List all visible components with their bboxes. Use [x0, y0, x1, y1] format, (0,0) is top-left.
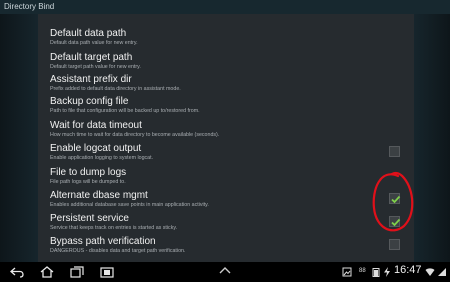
- persistent-service-checkbox[interactable]: [389, 216, 401, 227]
- back-icon[interactable]: [10, 266, 24, 278]
- setting-summary: Prefix added to default data directory i…: [50, 86, 181, 92]
- setting-file-to-dump-logs[interactable]: File to dump logs File path logs will be…: [50, 167, 406, 189]
- signal-icon: [438, 268, 446, 276]
- clock: 16:47: [394, 264, 422, 276]
- check-icon: [391, 195, 401, 204]
- bypass-checkbox[interactable]: [389, 239, 400, 250]
- setting-title: File to dump logs: [50, 167, 127, 178]
- setting-title: Default data path: [50, 28, 127, 39]
- setting-wait-for-data-timeout[interactable]: Wait for data timeout How much time to w…: [50, 120, 406, 142]
- charging-icon: [384, 267, 390, 277]
- setting-summary: Path to file that configuration will be …: [50, 108, 200, 114]
- setting-summary: Service that keeps track on entries is s…: [50, 225, 178, 231]
- setting-summary: File path logs will be dumped to.: [50, 179, 126, 185]
- window-title: Directory Bind: [0, 0, 450, 14]
- chevron-up-icon[interactable]: [219, 266, 231, 274]
- setting-summary: Default data path value for new entry.: [50, 40, 138, 46]
- setting-default-target-path[interactable]: Default target path Default target path …: [50, 52, 406, 74]
- wifi-icon: [425, 268, 435, 276]
- screenshot-icon[interactable]: [100, 266, 114, 278]
- setting-backup-config-file[interactable]: Backup config file Path to file that con…: [50, 96, 406, 118]
- setting-assistant-prefix-dir[interactable]: Assistant prefix dir Prefix added to def…: [50, 74, 406, 96]
- setting-title: Persistent service: [50, 213, 129, 224]
- home-icon[interactable]: [40, 266, 54, 278]
- setting-enable-logcat-output[interactable]: Enable logcat output Enable application …: [50, 143, 406, 165]
- check-icon: [391, 218, 401, 227]
- setting-title: Backup config file: [50, 96, 129, 107]
- setting-title: Default target path: [50, 52, 133, 63]
- setting-alternate-dbase-mgmt[interactable]: Alternate dbase mgmt Enables additional …: [50, 190, 406, 212]
- setting-summary: Enables additional database save points …: [50, 202, 209, 208]
- battery-level: 88: [359, 268, 366, 274]
- recent-apps-icon[interactable]: [70, 266, 84, 278]
- setting-title: Enable logcat output: [50, 143, 142, 154]
- setting-title: Assistant prefix dir: [50, 74, 132, 85]
- setting-title: Alternate dbase mgmt: [50, 190, 148, 201]
- system-navigation-bar: 88 16:47: [0, 262, 450, 282]
- settings-panel: Default data path Default data path valu…: [38, 14, 414, 262]
- setting-title: Wait for data timeout: [50, 120, 142, 131]
- logcat-checkbox[interactable]: [389, 146, 400, 157]
- battery-icon: [372, 268, 380, 277]
- alternate-dbase-checkbox[interactable]: [389, 193, 401, 204]
- setting-persistent-service[interactable]: Persistent service Service that keeps tr…: [50, 213, 406, 235]
- left-background: [0, 14, 38, 262]
- right-background: [414, 14, 450, 262]
- setting-title: Bypass path verification: [50, 236, 156, 247]
- setting-summary: How much time to wait for data directory…: [50, 132, 220, 138]
- setting-bypass-path-verification[interactable]: Bypass path verification DANGEROUS - dis…: [50, 236, 406, 258]
- setting-summary: Default target path value for new entry.: [50, 64, 141, 70]
- setting-default-data-path[interactable]: Default data path Default data path valu…: [50, 28, 406, 50]
- setting-summary: DANGEROUS - disables data and target pat…: [50, 248, 186, 254]
- setting-summary: Enable application logging to system log…: [50, 155, 154, 161]
- image-notification-icon: [342, 267, 352, 277]
